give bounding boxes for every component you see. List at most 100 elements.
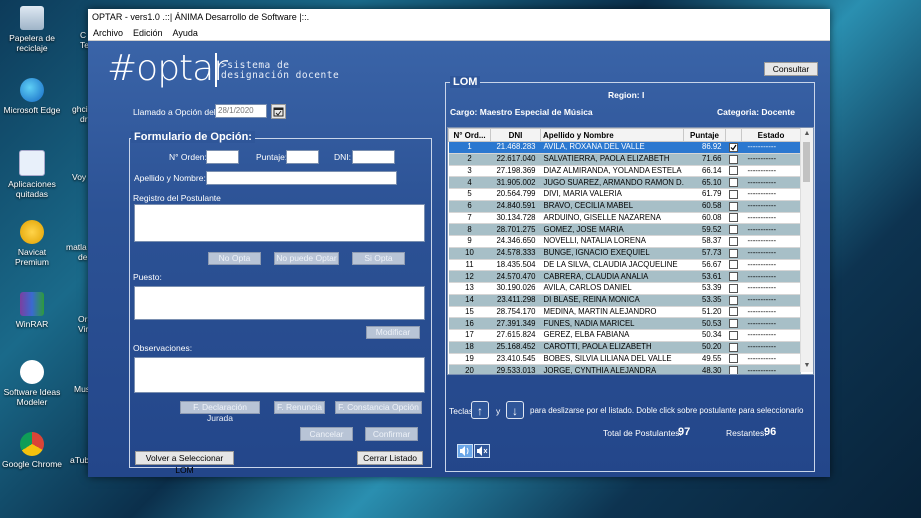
apellido-field[interactable] bbox=[206, 171, 397, 185]
checkbox-icon[interactable] bbox=[729, 330, 738, 340]
row-checkbox[interactable] bbox=[725, 306, 742, 319]
si-opta-button[interactable]: Si Opta bbox=[352, 252, 405, 265]
col-dni-header[interactable]: DNI bbox=[490, 128, 541, 142]
desktop-icon-chrome[interactable]: Google Chrome bbox=[2, 432, 62, 469]
table-row[interactable]: 5 20.564.799 DIVI, MARIA VALERIA 61.79 -----… bbox=[448, 188, 801, 201]
observaciones-textarea[interactable] bbox=[134, 357, 425, 393]
registro-textarea[interactable] bbox=[134, 204, 425, 242]
scroll-thumb[interactable] bbox=[803, 142, 810, 182]
table-row[interactable]: 17 27.615.824 GEREZ, ELBA FABIANA 50.34 ----… bbox=[448, 329, 801, 342]
table-row[interactable]: 10 24.578.333 BUNGE, IGNACIO EXEQUIEL 57.73… bbox=[448, 247, 801, 260]
checkbox-icon[interactable] bbox=[729, 178, 738, 188]
row-checkbox[interactable] bbox=[725, 259, 742, 272]
postulantes-table[interactable]: N° Ord... DNI Apellido y Nombre Puntaje … bbox=[447, 127, 814, 375]
checkbox-icon[interactable] bbox=[729, 225, 738, 235]
col-orden-header[interactable]: N° Ord... bbox=[448, 128, 491, 142]
row-checkbox[interactable] bbox=[725, 329, 742, 342]
confirmar-button[interactable]: Confirmar bbox=[365, 427, 418, 441]
cerrar-listado-button[interactable]: Cerrar Listado bbox=[357, 451, 423, 465]
table-row[interactable]: 15 28.754.170 MEDINA, MARTIN ALEJANDRO 51.2… bbox=[448, 306, 801, 319]
puesto-textarea[interactable] bbox=[134, 286, 425, 320]
row-checkbox[interactable] bbox=[725, 153, 742, 166]
table-row[interactable]: 11 18.435.504 DE LA SILVA, CLAUDIA JACQUEL… bbox=[448, 259, 801, 272]
row-checkbox[interactable] bbox=[725, 141, 742, 154]
desktop-icon-winrar[interactable]: WinRAR bbox=[2, 292, 62, 329]
row-checkbox[interactable] bbox=[725, 212, 742, 225]
row-checkbox[interactable] bbox=[725, 341, 742, 354]
checkbox-icon[interactable] bbox=[729, 295, 738, 305]
checkbox-icon[interactable] bbox=[729, 260, 738, 270]
table-row[interactable]: 16 27.391.349 FUNES, NADIA MARICEL 50.53 ---… bbox=[448, 317, 801, 330]
checkbox-checked-icon[interactable] bbox=[729, 142, 738, 152]
table-row[interactable]: 4 31.905.002 JUGO SUAREZ, ARMANDO RAMON D.… bbox=[448, 176, 801, 189]
table-scrollbar[interactable]: ▲ ▼ bbox=[800, 128, 813, 372]
scroll-up-icon[interactable]: ▲ bbox=[801, 128, 813, 140]
table-row[interactable]: 18 25.168.452 CAROTTI, PAOLA ELIZABETH 50.2… bbox=[448, 341, 801, 354]
constancia-opcion-button[interactable]: F. Constancia Opción bbox=[335, 401, 422, 414]
row-checkbox[interactable] bbox=[725, 317, 742, 330]
col-apellido-header[interactable]: Apellido y Nombre bbox=[540, 128, 684, 142]
row-checkbox[interactable] bbox=[725, 364, 742, 374]
table-row[interactable]: 20 29.533.013 JORGE, CYNTHIA ALEJANDRA 48.3… bbox=[448, 364, 801, 374]
orden-field[interactable] bbox=[206, 150, 239, 164]
no-opta-button[interactable]: No Opta bbox=[208, 252, 261, 265]
checkbox-icon[interactable] bbox=[729, 366, 738, 374]
scroll-down-icon[interactable]: ▼ bbox=[801, 360, 813, 372]
menu-edicion[interactable]: Edición bbox=[128, 26, 168, 40]
checkbox-icon[interactable] bbox=[729, 283, 738, 293]
dni-field[interactable] bbox=[352, 150, 395, 164]
volver-lom-button[interactable]: Volver a Seleccionar LOM bbox=[135, 451, 234, 475]
menu-ayuda[interactable]: Ayuda bbox=[168, 26, 203, 40]
table-row[interactable]: 2 22.617.040 SALVATIERRA, PAOLA ELIZABETH 7… bbox=[448, 153, 801, 166]
no-puede-optar-button[interactable]: No puede Optar bbox=[274, 252, 339, 265]
checkbox-icon[interactable] bbox=[729, 154, 738, 164]
checkbox-icon[interactable] bbox=[729, 319, 738, 329]
cancelar-button[interactable]: Cancelar bbox=[300, 427, 353, 441]
calendar-button[interactable] bbox=[271, 104, 286, 119]
table-row[interactable]: 6 24.840.591 BRAVO, CECILIA MABEL 60.58 ----… bbox=[448, 200, 801, 213]
checkbox-icon[interactable] bbox=[729, 236, 738, 246]
checkbox-icon[interactable] bbox=[729, 248, 738, 258]
col-puntaje-header[interactable]: Puntaje bbox=[683, 128, 726, 142]
desktop-icon-edge[interactable]: Microsoft Edge bbox=[2, 78, 62, 115]
renuncia-button[interactable]: F. Renuncia bbox=[274, 401, 325, 414]
table-row[interactable]: 7 30.134.728 ARDUINO, GISELLE NAZARENA 60.0… bbox=[448, 212, 801, 225]
table-row[interactable]: 3 27.198.369 DIAZ ALMIRANDA, YOLANDA ESTEL… bbox=[448, 165, 801, 178]
table-row[interactable]: 8 28.701.275 GOMEZ, JOSE MARIA 59.52 -------… bbox=[448, 223, 801, 236]
table-row[interactable]: 9 24.346.650 NOVELLI, NATALIA LORENA 58.37 -… bbox=[448, 235, 801, 248]
row-checkbox[interactable] bbox=[725, 247, 742, 260]
row-checkbox[interactable] bbox=[725, 353, 742, 366]
desktop-icon-aplicaciones[interactable]: Aplicaciones quitadas bbox=[2, 150, 62, 199]
row-checkbox[interactable] bbox=[725, 176, 742, 189]
modificar-button[interactable]: Modificar bbox=[366, 326, 420, 339]
consultar-button[interactable]: Consultar bbox=[764, 62, 818, 76]
checkbox-icon[interactable] bbox=[729, 354, 738, 364]
menu-archivo[interactable]: Archivo bbox=[88, 26, 128, 40]
declaracion-jurada-button[interactable]: F. Declaración Jurada bbox=[180, 401, 260, 423]
puntaje-field[interactable] bbox=[286, 150, 319, 164]
sound-on-button[interactable] bbox=[457, 444, 473, 458]
col-estado-header[interactable]: Estado bbox=[741, 128, 801, 142]
row-checkbox[interactable] bbox=[725, 235, 742, 248]
row-checkbox[interactable] bbox=[725, 294, 742, 307]
row-checkbox[interactable] bbox=[725, 200, 742, 213]
row-checkbox[interactable] bbox=[725, 165, 742, 178]
sound-off-button[interactable] bbox=[474, 444, 490, 458]
table-row[interactable]: 19 23.410.545 BOBES, SILVIA LILIANA DEL VA… bbox=[448, 353, 801, 366]
checkbox-icon[interactable] bbox=[729, 201, 738, 211]
desktop-icon-recycle-bin[interactable]: Papelera de reciclaje bbox=[2, 6, 62, 53]
row-checkbox[interactable] bbox=[725, 270, 742, 283]
table-row[interactable]: 1 21.468.283 AVILA, ROXANA DEL VALLE 86.92 -… bbox=[448, 141, 801, 154]
desktop-icon-software-ideas[interactable]: Software Ideas Modeler bbox=[2, 360, 62, 407]
llamado-date-field[interactable]: 28/1/2020 bbox=[215, 104, 267, 118]
checkbox-icon[interactable] bbox=[729, 213, 738, 223]
checkbox-icon[interactable] bbox=[729, 272, 738, 282]
checkbox-icon[interactable] bbox=[729, 166, 738, 176]
row-checkbox[interactable] bbox=[725, 223, 742, 236]
row-checkbox[interactable] bbox=[725, 188, 742, 201]
table-row[interactable]: 12 24.570.470 CABRERA, CLAUDIA ANALIA 53.61… bbox=[448, 270, 801, 283]
checkbox-icon[interactable] bbox=[729, 189, 738, 199]
desktop-icon-navicat[interactable]: Navicat Premium bbox=[2, 220, 62, 267]
row-checkbox[interactable] bbox=[725, 282, 742, 295]
checkbox-icon[interactable] bbox=[729, 307, 738, 317]
